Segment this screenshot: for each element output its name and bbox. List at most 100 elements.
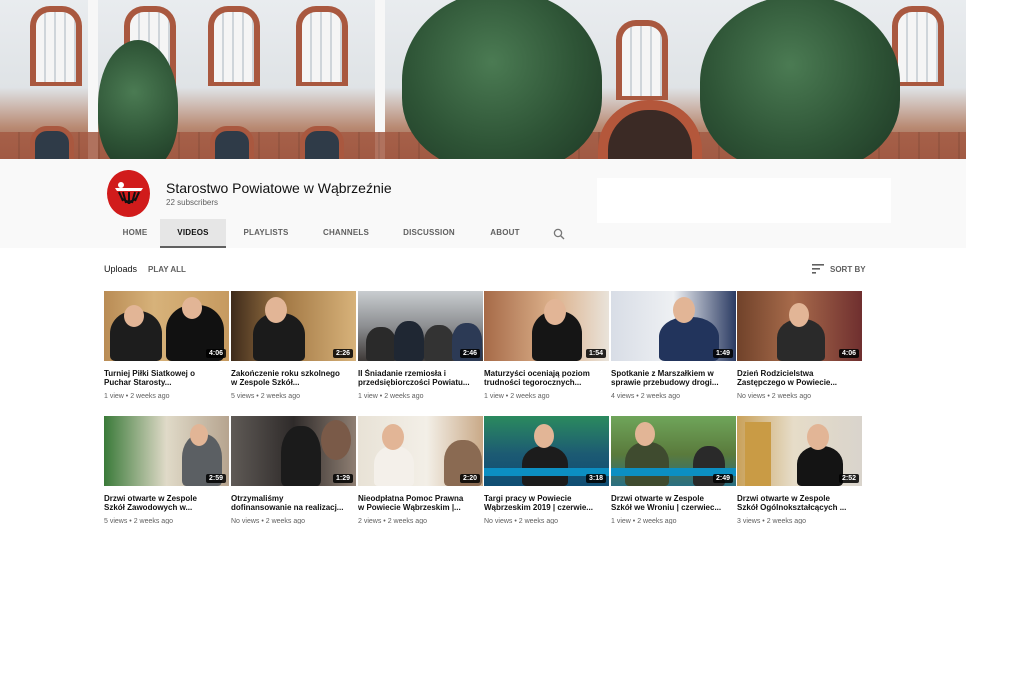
tab-videos[interactable]: VIDEOS — [160, 219, 226, 248]
thumb-figure — [797, 446, 843, 486]
video-duration: 2:20 — [459, 474, 480, 483]
video-card[interactable]: 3:18 Targi pracy w Powiecie Wąbrzeskim 20… — [484, 416, 609, 525]
video-thumbnail[interactable]: 1:29 — [231, 416, 356, 486]
video-thumbnail[interactable]: 3:18 — [484, 416, 609, 486]
thumb-figure — [522, 446, 568, 486]
search-icon — [553, 228, 565, 239]
thumb-head — [382, 424, 404, 450]
video-card[interactable]: 2:26 Zakończenie roku szkolnego w Zespole… — [231, 291, 356, 400]
video-duration: 2:52 — [838, 474, 859, 483]
play-all-button[interactable]: PLAY ALL — [148, 265, 186, 274]
video-duration: 3:18 — [585, 474, 606, 483]
thumb-door — [745, 422, 771, 486]
banner-window — [30, 6, 82, 86]
video-title[interactable]: Zakończenie roku szkolnego w Zespole Szkó… — [231, 369, 356, 387]
video-duration: 2:46 — [459, 349, 480, 358]
video-title[interactable]: Maturzyści oceniają poziom trudności tego… — [484, 369, 609, 387]
video-meta: No views • 2 weeks ago — [737, 393, 812, 400]
video-meta: 5 views • 2 weeks ago — [231, 393, 300, 400]
video-card[interactable]: 2:20 Nieodpłatna Pomoc Prawna w Powiecie … — [358, 416, 483, 525]
channel-search-button[interactable] — [538, 219, 580, 248]
video-title[interactable]: Nieodpłatna Pomoc Prawna w Powiecie Wąbrz… — [358, 494, 483, 512]
channel-avatar[interactable] — [107, 170, 150, 217]
video-thumbnail[interactable]: 2:59 — [104, 416, 229, 486]
banner-tree — [700, 0, 900, 159]
thumb-head — [534, 424, 554, 448]
video-card[interactable]: 1:29 Otrzymaliśmy dofinansowanie na reali… — [231, 416, 356, 525]
video-title[interactable]: Dzień Rodzicielstwa Zastępczego w Powieci… — [737, 369, 862, 387]
banner-window — [30, 126, 74, 159]
video-card[interactable]: 4:06 Dzień Rodzicielstwa Zastępczego w Po… — [737, 291, 862, 400]
banner-window — [616, 20, 668, 100]
thumb-figure — [424, 325, 454, 361]
video-card[interactable]: 2:52 Drzwi otwarte w Zespole Szkół Ogólno… — [737, 416, 862, 525]
thumb-head — [635, 422, 655, 446]
banner-window — [208, 6, 260, 86]
video-title[interactable]: Turniej Piłki Siatkowej o Puchar Starosty… — [104, 369, 229, 387]
thumb-figure — [366, 327, 396, 361]
video-thumbnail[interactable]: 1:49 — [611, 291, 736, 361]
channel-logo-icon — [108, 173, 149, 214]
thumb-head — [544, 299, 566, 325]
video-title[interactable]: Drzwi otwarte w Zespole Szkół Zawodowych … — [104, 494, 229, 512]
video-title[interactable]: Drzwi otwarte w Zespole Szkół Ogólnokszta… — [737, 494, 862, 512]
video-title[interactable]: Drzwi otwarte w Zespole Szkół we Wroniu |… — [611, 494, 736, 512]
video-card[interactable]: 2:46 II Śniadanie rzemiosła i przedsiębio… — [358, 291, 483, 400]
tab-about[interactable]: ABOUT — [472, 219, 538, 246]
thumb-figure — [394, 321, 424, 361]
sort-icon — [812, 264, 824, 274]
banner-door — [598, 100, 702, 159]
section-title: Uploads — [104, 264, 138, 274]
video-thumbnail[interactable]: 2:49 — [611, 416, 736, 486]
banner-window — [296, 6, 348, 86]
sort-by-button[interactable]: SORT BY — [812, 264, 866, 274]
banner-window — [300, 126, 344, 159]
tab-home[interactable]: HOME — [110, 219, 160, 246]
thumb-figure — [281, 426, 321, 486]
video-meta: 1 view • 2 weeks ago — [104, 393, 170, 400]
video-title[interactable]: II Śniadanie rzemiosła i przedsiębiorczoś… — [358, 369, 483, 387]
thumb-head — [789, 303, 809, 327]
video-duration: 1:29 — [332, 474, 353, 483]
video-thumbnail[interactable]: 4:06 — [737, 291, 862, 361]
tab-playlists[interactable]: PLAYLISTS — [226, 219, 306, 246]
video-title[interactable]: Spotkanie z Marszałkiem w sprawie przebud… — [611, 369, 736, 387]
video-duration: 4:06 — [838, 349, 859, 358]
tab-channels[interactable]: CHANNELS — [306, 219, 386, 246]
video-duration: 1:49 — [712, 349, 733, 358]
video-thumbnail[interactable]: 4:06 — [104, 291, 229, 361]
tab-discussion[interactable]: DISCUSSION — [386, 219, 472, 246]
video-duration: 2:59 — [205, 474, 226, 483]
video-card[interactable]: 2:59 Drzwi otwarte w Zespole Szkół Zawodo… — [104, 416, 229, 525]
video-title[interactable]: Otrzymaliśmy dofinansowanie na realizacj.… — [231, 494, 356, 512]
video-card[interactable]: 1:49 Spotkanie z Marszałkiem w sprawie pr… — [611, 291, 736, 400]
viewport-clip — [104, 524, 864, 544]
video-thumbnail[interactable]: 2:52 — [737, 416, 862, 486]
video-duration: 2:49 — [712, 474, 733, 483]
video-thumbnail[interactable]: 2:46 — [358, 291, 483, 361]
channel-banner — [0, 0, 966, 159]
video-card[interactable]: 4:06 Turniej Piłki Siatkowej o Puchar Sta… — [104, 291, 229, 400]
video-duration: 1:54 — [585, 349, 606, 358]
video-meta: 1 view • 2 weeks ago — [358, 393, 424, 400]
thumb-head — [807, 424, 829, 450]
video-thumbnail[interactable]: 2:20 — [358, 416, 483, 486]
video-meta: 4 views • 2 weeks ago — [611, 393, 680, 400]
video-thumbnail[interactable]: 2:26 — [231, 291, 356, 361]
banner-tree — [402, 0, 602, 159]
banner-tree — [98, 40, 178, 159]
video-meta: 1 view • 2 weeks ago — [484, 393, 550, 400]
channel-tabs: HOME VIDEOS PLAYLISTS CHANNELS DISCUSSIO… — [110, 219, 580, 248]
banner-window — [210, 126, 254, 159]
video-card[interactable]: 1:54 Maturzyści oceniają poziom trudności… — [484, 291, 609, 400]
video-duration: 4:06 — [205, 349, 226, 358]
thumb-figure — [374, 446, 414, 486]
thumb-head — [124, 305, 144, 327]
header-panel — [597, 178, 891, 223]
sort-by-label: SORT BY — [830, 264, 866, 274]
video-title[interactable]: Targi pracy w Powiecie Wąbrzeskim 2019 | … — [484, 494, 609, 512]
video-card[interactable]: 2:49 Drzwi otwarte w Zespole Szkół we Wro… — [611, 416, 736, 525]
video-thumbnail[interactable]: 1:54 — [484, 291, 609, 361]
thumb-head — [673, 297, 695, 323]
channel-title: Starostwo Powiatowe w Wąbrzeźnie — [166, 180, 392, 196]
